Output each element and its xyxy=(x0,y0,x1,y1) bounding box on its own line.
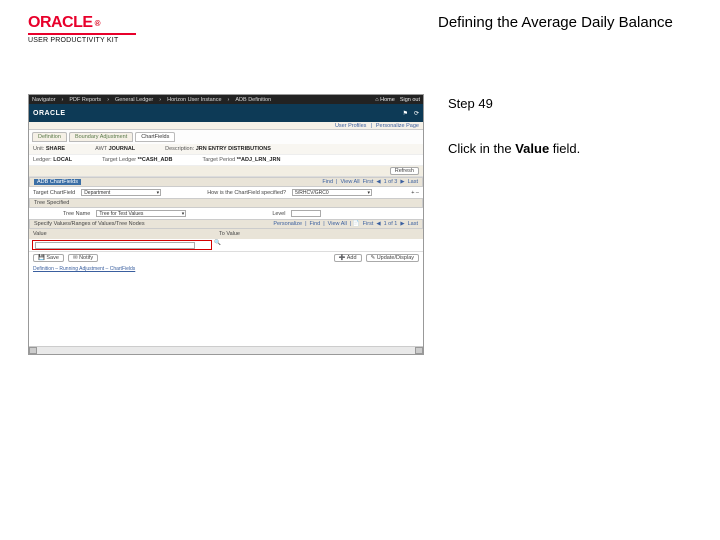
add-button[interactable]: ➕ Add xyxy=(334,254,362,262)
oracle-wordmark: ORACLE® xyxy=(28,14,158,32)
brand-text: ORACLE xyxy=(33,110,66,117)
value-field-row: 🔍 xyxy=(29,239,423,251)
oracle-upk-logo: ORACLE® USER PRODUCTIVITY KIT xyxy=(28,14,158,44)
how-chartfield-select[interactable]: ▾ xyxy=(292,189,372,196)
position-label: 1 of 1 xyxy=(384,221,398,227)
instruction-bold: Value xyxy=(515,141,549,156)
viewall-link[interactable]: View All xyxy=(328,221,347,227)
find-link[interactable]: Find xyxy=(310,221,321,227)
bottom-tab-links[interactable]: Definition – Running Adjustment – ChartF… xyxy=(29,264,423,274)
instruction-prefix: Click in the xyxy=(448,141,515,156)
personalize-page-link[interactable]: Personalize Page xyxy=(376,123,419,129)
last-link[interactable]: Last xyxy=(408,179,418,185)
column-header: To Value xyxy=(219,231,240,237)
instruction-text: Click in the Value field. xyxy=(448,141,682,156)
brand-bar: ORACLE ⚑ ⟳ xyxy=(29,104,423,122)
add-remove-icons[interactable]: + – xyxy=(411,190,419,196)
column-header: Value xyxy=(33,231,213,237)
field-label: Level xyxy=(272,211,285,217)
breadcrumb-item: PDF Reports xyxy=(69,97,101,103)
position-label: 1 of 3 xyxy=(384,179,398,185)
home-icon[interactable]: ⌂ Home xyxy=(375,97,395,103)
upk-subtitle: USER PRODUCTIVITY KIT xyxy=(28,33,136,44)
horizontal-scrollbar[interactable] xyxy=(29,346,423,354)
last-link[interactable]: Last xyxy=(408,221,418,227)
level-input[interactable] xyxy=(291,210,321,217)
scroll-left-button[interactable] xyxy=(29,347,37,354)
info-row: Ledger: LOCAL Target Ledger **CASH_ADB T… xyxy=(29,155,423,166)
tree-section-header: Tree Specified xyxy=(29,198,423,208)
section-title: ADB ChartFields xyxy=(34,179,81,185)
breadcrumb-item: ADB Definition xyxy=(235,97,271,103)
breadcrumb-item: General Ledger xyxy=(115,97,153,103)
info-row: Unit: SHARE AWT JOURNAL Description: JRN… xyxy=(29,144,423,155)
update-button[interactable]: ✎ Update/Display xyxy=(366,254,419,262)
action-bar: Refresh xyxy=(29,166,423,177)
signout-link[interactable]: Sign out xyxy=(400,97,420,103)
user-profiles-link[interactable]: User Profiles xyxy=(335,123,366,129)
adb-section-header: ADB ChartFields Find | View All First ◀ … xyxy=(29,177,423,187)
tree-name-row: Tree Name ▾ Level xyxy=(29,208,423,219)
field-label: Target ChartField xyxy=(33,190,75,196)
target-chartfield-select[interactable]: ▾ xyxy=(81,189,161,196)
breadcrumb-item: Horizon User Instance xyxy=(167,97,221,103)
sub-link-bar: User Profiles | Personalize Page xyxy=(29,122,423,130)
tab-definition[interactable]: Definition xyxy=(32,132,67,142)
field-label: Tree Name xyxy=(63,211,90,217)
field-label: How is the ChartField specified? xyxy=(207,190,286,196)
target-chartfield-row: Target ChartField ▾ How is the ChartFiel… xyxy=(29,187,423,198)
tab-chartfields[interactable]: ChartFields xyxy=(135,132,175,142)
flag-icon[interactable]: ⚑ xyxy=(403,110,408,117)
instruction-suffix: field. xyxy=(549,141,580,156)
document-title: Defining the Average Daily Balance xyxy=(158,14,708,31)
personalize-link[interactable]: Personalize xyxy=(273,221,302,227)
section-title: Specify Values/Ranges of Values/Tree Nod… xyxy=(34,221,145,227)
tab-bar: Definition Boundary Adjustment ChartFiel… xyxy=(29,130,423,144)
tab-boundary[interactable]: Boundary Adjustment xyxy=(69,132,133,142)
notify-button[interactable]: ✉ Notify xyxy=(68,254,98,262)
find-link[interactable]: Find xyxy=(322,179,333,185)
save-button[interactable]: 💾 Save xyxy=(33,254,64,262)
refresh-icon[interactable]: ⟳ xyxy=(414,110,419,117)
application-screenshot: Navigator › PDF Reports › General Ledger… xyxy=(28,94,424,355)
first-link[interactable]: First xyxy=(363,179,374,185)
specify-section-header: Specify Values/Ranges of Values/Tree Nod… xyxy=(29,219,423,229)
breadcrumb-bar: Navigator › PDF Reports › General Ledger… xyxy=(29,95,423,104)
value-input[interactable] xyxy=(35,242,195,249)
first-link[interactable]: First xyxy=(363,221,374,227)
footer-buttons: 💾 Save ✉ Notify ➕ Add ✎ Update/Display xyxy=(29,251,423,264)
step-number: Step 49 xyxy=(448,96,682,111)
breadcrumb-item: Navigator xyxy=(32,97,56,103)
refresh-button[interactable]: Refresh xyxy=(390,167,419,175)
viewall-link[interactable]: View All xyxy=(340,179,359,185)
value-field-highlight xyxy=(32,240,212,250)
column-header-row: Value To Value xyxy=(29,229,423,239)
scroll-right-button[interactable] xyxy=(415,347,423,354)
section-title: Tree Specified xyxy=(34,200,69,206)
tree-name-select[interactable]: ▾ xyxy=(96,210,186,217)
